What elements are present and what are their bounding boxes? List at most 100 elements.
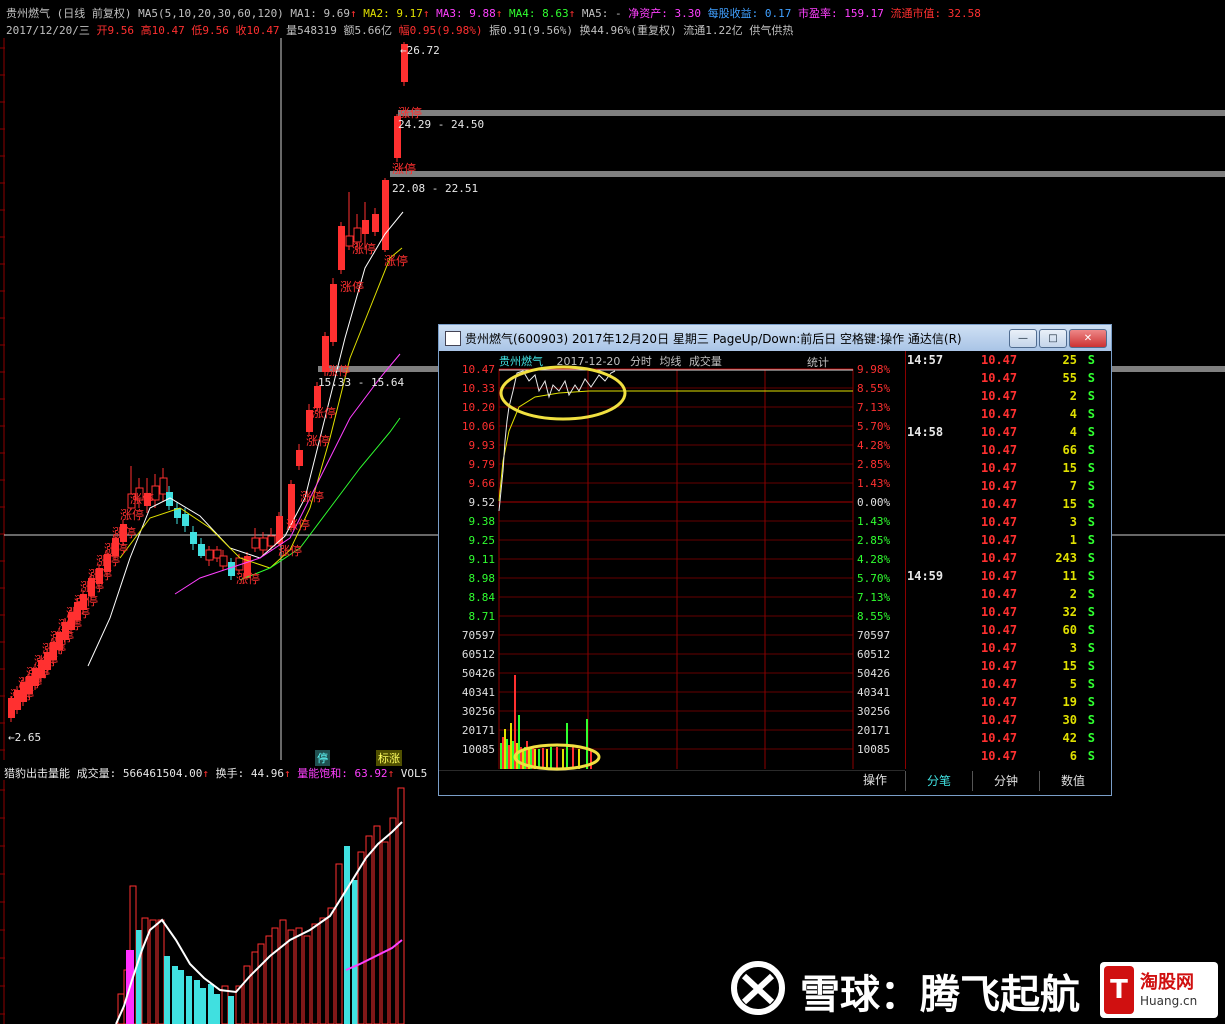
- header-item: 量548319 额5.66亿: [279, 24, 399, 37]
- header-item: 开9.56 高10.47 低9.56 收10.47: [96, 24, 280, 37]
- tick-row: 10.47 3 S: [905, 641, 1105, 659]
- tick-volume: 1: [1069, 533, 1077, 547]
- action-label[interactable]: 操作: [863, 771, 887, 788]
- tick-volume: 19: [1062, 695, 1077, 709]
- header-item: MA2: 9.17: [356, 7, 423, 20]
- limit-up-label: 涨停: [398, 106, 423, 120]
- popup-title: 贵州燃气(600903) 2017年12月20日 星期三 PageUp/Down…: [465, 332, 962, 346]
- tick-volume: 7: [1069, 479, 1077, 493]
- volume-bar: [303, 935, 311, 1024]
- popup-titlebar[interactable]: 贵州燃气(600903) 2017年12月20日 星期三 PageUp/Down…: [439, 325, 1111, 351]
- limit-up-label: 涨停: [392, 162, 417, 176]
- price-tick: 9.52: [469, 496, 496, 509]
- watermark-brand: 雪球：腾飞起航: [800, 972, 1080, 1018]
- limit-up-label: 涨停: [120, 508, 145, 522]
- tab-minutes[interactable]: 分钟: [972, 771, 1039, 791]
- volume-bar: [136, 930, 142, 1024]
- tick-row: 10.47 6 S: [905, 749, 1105, 767]
- maximize-button[interactable]: □: [1039, 329, 1067, 348]
- limit-up-label: 涨停: [306, 434, 331, 448]
- tick-time: 14:58: [907, 425, 944, 439]
- header-item: 流通市值: 32.58: [883, 7, 981, 20]
- volume-tick: 30256: [462, 705, 495, 718]
- pct-tick: 8.55%: [857, 382, 890, 395]
- volume-bar: [228, 996, 234, 1024]
- tick-flag: S: [1087, 443, 1095, 457]
- tick-volume: 4: [1069, 407, 1077, 421]
- candle-body: [182, 514, 189, 526]
- tick-price: 10.47: [981, 533, 1018, 547]
- tab-values[interactable]: 数值: [1039, 771, 1106, 791]
- tick-volume: 3: [1069, 515, 1077, 529]
- candle-body: [228, 562, 235, 576]
- candle-body: [382, 180, 389, 250]
- pct-tick: 4.28%: [857, 553, 890, 566]
- volume-bar: [335, 863, 343, 1024]
- mark-tag: 标涨: [376, 750, 402, 766]
- tick-flag: S: [1087, 389, 1095, 403]
- volume-tick-right: 20171: [857, 724, 890, 737]
- tick-price: 10.47: [981, 749, 1018, 763]
- volume-bar: [164, 956, 170, 1024]
- limit-up-label: 涨停: [340, 280, 365, 294]
- candle-body: [219, 555, 228, 567]
- tick-price: 10.47: [981, 551, 1018, 565]
- tick-flag: S: [1087, 695, 1095, 709]
- tick-flag: S: [1087, 641, 1095, 655]
- limit-up-label: 涨停: [312, 406, 337, 420]
- volume-tick-right: 70597: [857, 629, 890, 642]
- tick-row: 10.47 15 S: [905, 659, 1105, 677]
- tick-price: 10.47: [981, 479, 1018, 493]
- tick-flag: S: [1087, 623, 1095, 637]
- pct-tick: 9.98%: [857, 363, 890, 376]
- tick-flag: S: [1087, 407, 1095, 421]
- price-tick: 10.47: [462, 363, 495, 376]
- pct-tick: 5.70%: [857, 420, 890, 433]
- volume-header-item: ↑: [202, 767, 209, 780]
- price-label-low: ←2.65: [8, 731, 42, 744]
- site-name: 淘股网: [1140, 972, 1194, 993]
- candle-body: [251, 537, 260, 549]
- tick-flag: S: [1087, 677, 1095, 691]
- tick-price: 10.47: [981, 695, 1018, 709]
- candle-body: [190, 532, 197, 544]
- volume-chart[interactable]: [0, 780, 440, 1024]
- volume-bar: [311, 923, 319, 1024]
- tick-flag: S: [1087, 425, 1095, 439]
- volume-tick: 60512: [462, 648, 495, 661]
- volume-panel-header: 猎豹出击量能 成交量: 566461504.00↑ 换手: 44.96↑ 量能饱…: [4, 765, 427, 781]
- intraday-popup-window[interactable]: 贵州燃气(600903) 2017年12月20日 星期三 PageUp/Down…: [438, 324, 1112, 796]
- tick-flag: S: [1087, 479, 1095, 493]
- tick-price: 10.47: [981, 659, 1018, 673]
- volume-header-item: 量能饱和: 63.92: [290, 767, 388, 780]
- price-tick: 9.79: [469, 458, 496, 471]
- tick-price: 10.47: [981, 623, 1018, 637]
- close-button[interactable]: ✕: [1069, 329, 1107, 348]
- price-band: [398, 110, 1225, 116]
- tick-price: 10.47: [981, 353, 1018, 367]
- candle-body: [362, 220, 369, 234]
- candle-body: [267, 535, 276, 547]
- limit-up-label: 涨停: [286, 518, 311, 532]
- pct-tick: 4.28%: [857, 439, 890, 452]
- tick-time: 14:57: [907, 353, 944, 367]
- price-tick: 10.06: [462, 420, 495, 433]
- tick-row: 10.47 2 S: [905, 587, 1105, 605]
- minimize-button[interactable]: —: [1009, 329, 1037, 348]
- price-tick: 10.20: [462, 401, 495, 414]
- intraday-chart[interactable]: 10.47 9.98% 10.33 8.55% 10.20 7.13% 10.06 5.70%…: [439, 351, 905, 771]
- tick-row: 10.47 66 S: [905, 443, 1105, 461]
- pct-tick: 7.13%: [857, 591, 890, 604]
- tick-price: 10.47: [981, 443, 1018, 457]
- price-tick: 9.93: [469, 439, 496, 452]
- header-item: 振0.91(9.56%) 换44.96%(重复权) 流通1.22亿 供气供热: [482, 24, 794, 37]
- tick-row: 14:58 10.47 4 S: [905, 425, 1105, 443]
- volume-bar: [186, 976, 192, 1024]
- tab-ticks[interactable]: 分笔: [905, 771, 972, 791]
- volume-bar: [257, 943, 265, 1024]
- tick-volume: 3: [1069, 641, 1077, 655]
- stop-tag: 停: [315, 750, 330, 766]
- volume-bar: [365, 835, 373, 1024]
- tick-row: 10.47 30 S: [905, 713, 1105, 731]
- tick-price: 10.47: [981, 515, 1018, 529]
